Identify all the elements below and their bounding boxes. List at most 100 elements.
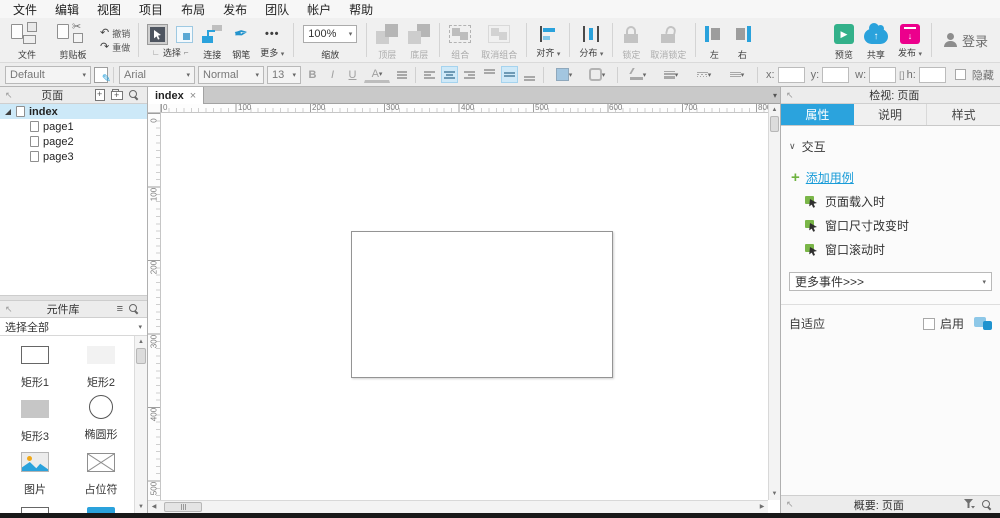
tab-properties[interactable]: 属性 <box>781 104 854 125</box>
menu-project[interactable]: 项目 <box>130 0 172 19</box>
scroll-up-icon[interactable]: ▲ <box>135 337 147 347</box>
tree-item-page2[interactable]: page2 <box>0 134 147 149</box>
send-to-back-button[interactable]: 底层 <box>403 18 435 62</box>
widget-library-select[interactable]: 选择全部 ▾ <box>0 318 147 336</box>
connect-tool[interactable]: 连接 <box>197 18 227 62</box>
font-weight-select[interactable]: Normal ▾ <box>198 66 264 84</box>
tab-style[interactable]: 样式 <box>927 104 1000 125</box>
scroll-up-icon[interactable]: ▲ <box>769 105 780 115</box>
event-window-resize[interactable]: 窗口尺寸改变时 <box>805 217 992 234</box>
more-events-select[interactable]: 更多事件>>> ▾ <box>789 272 992 291</box>
pin-icon[interactable]: ↖ <box>786 90 794 101</box>
distribute-button[interactable]: 分布 ▾ <box>574 18 608 62</box>
add-page-icon[interactable] <box>95 89 105 101</box>
menu-account[interactable]: 帐户 <box>298 0 340 19</box>
open-folder-icon[interactable] <box>23 35 36 44</box>
align-left-edge-button[interactable]: 左 <box>700 18 728 62</box>
login-button[interactable]: 登录 <box>936 18 996 62</box>
w-input[interactable] <box>869 67 896 83</box>
select-intersect-button[interactable] <box>147 24 168 45</box>
bold-button[interactable]: B <box>304 66 321 83</box>
font-size-select[interactable]: 13 ▾ <box>267 66 301 84</box>
menu-view[interactable]: 视图 <box>88 0 130 19</box>
menu-file[interactable]: 文件 <box>4 0 46 19</box>
adaptive-views-icon[interactable] <box>974 317 992 330</box>
widget-rect3[interactable]: 矩形3 <box>3 396 67 444</box>
font-family-select[interactable]: Arial ▾ <box>119 66 195 84</box>
preview-button[interactable]: ▶ 预览 <box>829 18 859 62</box>
canvas-horizontal-scrollbar[interactable]: ◀ ▶ <box>148 500 768 513</box>
more-tools[interactable]: ••• 更多 ▾ <box>255 18 289 62</box>
widget-menu-icon[interactable]: ≡ <box>114 303 126 315</box>
style-preset-select[interactable]: Default ▾ <box>5 66 91 84</box>
tree-item-index[interactable]: index <box>0 104 147 119</box>
add-case-link[interactable]: + 添加用例 <box>791 169 992 186</box>
event-window-scroll[interactable]: 窗口滚动时 <box>805 241 992 258</box>
search-icon[interactable] <box>129 90 139 100</box>
design-canvas[interactable] <box>161 113 768 500</box>
align-text-left-button[interactable] <box>421 66 438 83</box>
scroll-left-icon[interactable]: ◀ <box>148 501 160 513</box>
pin-icon[interactable]: ↖ <box>786 499 794 510</box>
zoom-select[interactable]: 100% ▾ <box>303 25 357 43</box>
share-button[interactable]: ↑ 共享 <box>859 18 893 62</box>
menu-layout[interactable]: 布局 <box>172 0 214 19</box>
adaptive-enable-checkbox[interactable] <box>923 318 935 330</box>
tab-close-icon[interactable]: × <box>190 90 196 102</box>
valign-middle-button[interactable] <box>501 66 518 83</box>
underline-button[interactable]: U <box>344 66 361 83</box>
font-color-button[interactable]: A▾ <box>364 66 390 83</box>
select-contain-button[interactable] <box>176 26 193 43</box>
save-icon[interactable] <box>27 22 37 32</box>
scroll-thumb[interactable] <box>164 502 202 512</box>
interactions-section-header[interactable]: ∨ 交互 <box>789 138 992 155</box>
scroll-thumb[interactable] <box>136 348 146 364</box>
line-style-button[interactable]: ▾ <box>689 66 719 83</box>
menu-team[interactable]: 团队 <box>256 0 298 19</box>
valign-top-button[interactable] <box>481 66 498 83</box>
scroll-down-icon[interactable]: ▼ <box>769 489 780 499</box>
y-input[interactable] <box>822 67 849 83</box>
unlock-button[interactable]: 取消锁定 <box>645 18 691 62</box>
align-text-right-button[interactable] <box>461 66 478 83</box>
italic-button[interactable]: I <box>324 66 341 83</box>
tab-notes[interactable]: 说明 <box>854 104 928 125</box>
h-input[interactable] <box>919 67 946 83</box>
expander-icon[interactable] <box>4 109 12 115</box>
menu-edit[interactable]: 编辑 <box>46 0 88 19</box>
rectangle-widget[interactable] <box>351 231 613 378</box>
publish-button[interactable]: ↓ 发布 ▾ <box>893 18 927 62</box>
add-folder-icon[interactable] <box>111 91 123 100</box>
cut-icon[interactable]: ✂ <box>72 20 81 33</box>
canvas-vertical-scrollbar[interactable]: ▲ ▼ <box>768 104 780 500</box>
widget-ellipse[interactable]: 椭圆形 <box>69 394 133 442</box>
group-button[interactable]: 组合 <box>444 18 476 62</box>
edit-style-icon[interactable]: ✎ <box>94 67 108 83</box>
pen-tool[interactable]: ✒ 钢笔 <box>227 18 255 62</box>
bring-to-front-button[interactable]: 顶层 <box>371 18 403 62</box>
widget-placeholder[interactable]: 占位符 <box>69 449 133 497</box>
line-color-button[interactable]: ▾ <box>623 66 653 83</box>
search-icon[interactable] <box>982 500 992 510</box>
tab-list-dropdown-icon[interactable]: ▾ <box>773 87 777 104</box>
align-text-center-button[interactable] <box>441 66 458 83</box>
valign-bottom-button[interactable] <box>521 66 538 83</box>
scroll-thumb[interactable] <box>770 116 779 132</box>
copy-icon[interactable] <box>73 33 83 43</box>
tab-index[interactable]: index × <box>148 87 204 104</box>
arrow-style-button[interactable]: ▾ <box>722 66 752 83</box>
new-file-icon[interactable] <box>11 24 23 39</box>
pin-icon[interactable]: ↖ <box>5 304 13 315</box>
widget-rect2[interactable]: 矩形2 <box>69 342 133 390</box>
lock-button[interactable]: 锁定 <box>617 18 645 62</box>
tree-item-page3[interactable]: page3 <box>0 149 147 164</box>
widget-scrollbar[interactable]: ▲ ▼ <box>134 336 147 513</box>
clipboard-tools[interactable]: ✂ 剪贴板 <box>50 18 96 62</box>
fill-color-button[interactable]: ▾ <box>549 66 579 83</box>
widget-rect1[interactable]: 矩形1 <box>3 342 67 390</box>
ungroup-button[interactable]: 取消组合 <box>476 18 522 62</box>
redo-button[interactable]: ↷ 重做 <box>100 41 130 54</box>
widget-image[interactable]: 图片 <box>3 449 67 497</box>
hide-checkbox[interactable] <box>955 69 966 80</box>
scroll-right-icon[interactable]: ▶ <box>756 501 768 513</box>
